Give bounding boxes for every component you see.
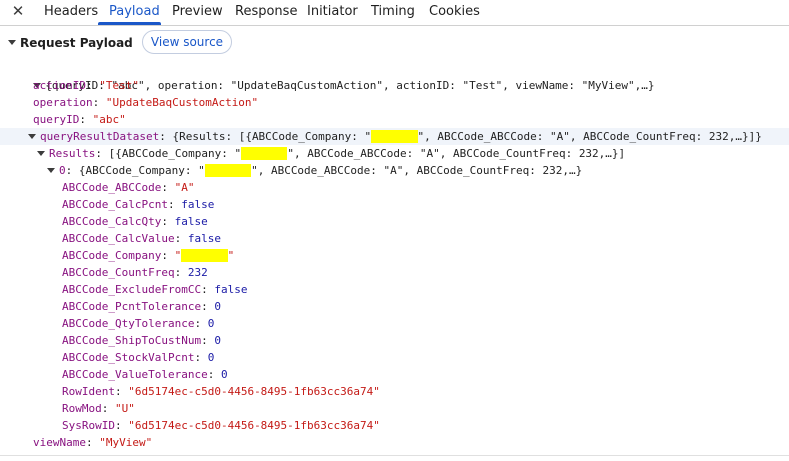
property-key: ABCCode_PcntTolerance <box>62 300 202 313</box>
field-row-abccode-excludefromcc: ABCCode_ExcludeFromCC: false <box>62 283 248 296</box>
field-row-abccode-abccode: ABCCode_ABCCode: "A" <box>62 181 195 194</box>
triangle-down-icon[interactable] <box>8 40 16 45</box>
property-value: false <box>214 283 248 296</box>
property-key: ABCCode_Company <box>62 249 162 262</box>
tree-row-queryresultdataset[interactable]: queryResultDataset: {Results: [{ABCCode_… <box>28 128 762 145</box>
property-key: ABCCode_CalcQty <box>62 215 162 228</box>
summary-post: ", ABCCode_ABCCode: "A", ABCCode_CountFr… <box>287 147 626 160</box>
payload-root-row[interactable]: {queryID: "abc", operation: "UpdateBaqCu… <box>20 60 655 92</box>
property-value: "MyView" <box>99 436 153 449</box>
tree-row-operation: operation: "UpdateBaqCustomAction" <box>33 96 259 109</box>
redacted-value: xxxxxxx <box>241 147 288 160</box>
triangle-down-icon[interactable] <box>37 150 45 156</box>
summary-pre: [{ABCCode_Company: " <box>108 147 242 160</box>
property-value: "6d5174ec-c5d0-4456-8495-1fb63cc36a74" <box>128 385 380 398</box>
property-value: "U" <box>115 402 135 415</box>
summary-post: ", ABCCode_ABCCode: "A", ABCCode_CountFr… <box>417 130 762 143</box>
field-row-abccode-pcnttolerance: ABCCode_PcntTolerance: 0 <box>62 300 221 313</box>
summary-pre: {ABCCode_Company: " <box>78 164 205 177</box>
property-key: actionID <box>33 79 86 92</box>
tab-initiator[interactable]: Initiator <box>307 0 358 24</box>
property-value: 0 <box>207 351 215 364</box>
triangle-down-icon[interactable] <box>47 167 55 173</box>
property-value: 0 <box>220 368 228 381</box>
field-row-abccode-calcpcnt: ABCCode_CalcPcnt: false <box>62 198 215 211</box>
triangle-down-icon[interactable] <box>28 133 36 139</box>
property-value: 232 <box>187 266 208 279</box>
property-value: 0 <box>207 317 215 330</box>
property-key: ABCCode_CalcValue <box>62 232 175 245</box>
summary-pre: {Results: [{ABCCode_Company: " <box>172 130 372 143</box>
property-value: "abc" <box>92 113 126 126</box>
property-value: "UpdateBaqCustomAction" <box>105 96 259 109</box>
property-key: ABCCode_QtyTolerance <box>62 317 195 330</box>
property-key: ABCCode_ExcludeFromCC <box>62 283 202 296</box>
tree-row-viewname: viewName: "MyView" <box>33 436 153 449</box>
redacted-value: xxxxxxx <box>204 164 252 177</box>
property-value: false <box>174 215 208 228</box>
property-value: "A" <box>174 181 195 194</box>
property-key: viewName <box>33 436 86 449</box>
tree-row-actionid: actionID: "Test" <box>33 79 139 92</box>
active-tab-indicator <box>98 22 161 25</box>
property-key: ABCCode_ValueTolerance <box>62 368 208 381</box>
tab-response[interactable]: Response <box>235 0 297 24</box>
property-key: 0 <box>59 164 66 177</box>
redacted-value: xxxxxxx <box>371 130 418 143</box>
field-row-abccode-calcqty: ABCCode_CalcQty: false <box>62 215 208 228</box>
property-key: Results <box>49 147 96 160</box>
section-title: Request Payload <box>20 36 133 50</box>
tab-preview[interactable]: Preview <box>172 0 223 24</box>
property-key: queryResultDataset <box>40 130 160 143</box>
tree-row-item-0[interactable]: 0: {ABCCode_Company: "xxxxxxx", ABCCode_… <box>47 162 582 179</box>
property-value: false <box>187 232 221 245</box>
field-row-abccode-shiptocustnum: ABCCode_ShipToCustNum: 0 <box>62 334 221 347</box>
property-key: queryID <box>33 113 80 126</box>
tab-payload[interactable]: Payload <box>109 0 160 24</box>
property-value: "Test" <box>99 79 139 92</box>
close-icon[interactable]: ✕ <box>9 2 27 20</box>
redacted-value: xxxxxxx <box>181 249 228 262</box>
quote: " <box>227 249 235 262</box>
tree-row-queryid: queryID: "abc" <box>33 113 126 126</box>
property-key: SysRowID <box>62 419 115 432</box>
field-row-sysrowid: SysRowID: "6d5174ec-c5d0-4456-8495-1fb63… <box>62 419 380 432</box>
panel-bottom-divider <box>0 455 789 456</box>
field-row-abccode-countfreq: ABCCode_CountFreq: 232 <box>62 266 208 279</box>
property-value: "6d5174ec-c5d0-4456-8495-1fb63cc36a74" <box>128 419 380 432</box>
devtools-tab-bar: ✕ Headers Payload Preview Response Initi… <box>0 0 789 26</box>
property-key: RowMod <box>62 402 102 415</box>
property-value: 0 <box>214 334 221 347</box>
view-source-button[interactable]: View source <box>142 30 232 54</box>
tab-cookies[interactable]: Cookies <box>429 0 480 24</box>
property-key: ABCCode_CountFreq <box>62 266 175 279</box>
property-key: ABCCode_CalcPcnt <box>62 198 168 211</box>
field-row-abccode-stockvalpcnt: ABCCode_StockValPcnt: 0 <box>62 351 215 364</box>
field-row-rowident: RowIdent: "6d5174ec-c5d0-4456-8495-1fb63… <box>62 385 380 398</box>
tab-timing[interactable]: Timing <box>371 0 415 24</box>
field-row-abccode-qtytolerance: ABCCode_QtyTolerance: 0 <box>62 317 215 330</box>
property-key: RowIdent <box>62 385 115 398</box>
property-value: 0 <box>214 300 221 313</box>
property-value: false <box>181 198 215 211</box>
property-key: ABCCode_ABCCode <box>62 181 162 194</box>
property-key: ABCCode_StockValPcnt <box>62 351 195 364</box>
tree-row-results[interactable]: Results: [{ABCCode_Company: "xxxxxxx", A… <box>37 145 625 162</box>
field-row-abccode-calcvalue: ABCCode_CalcValue: false <box>62 232 221 245</box>
property-key: operation <box>33 96 93 109</box>
field-row-abccode-valuetolerance: ABCCode_ValueTolerance: 0 <box>62 368 228 381</box>
field-row-rowmod: RowMod: "U" <box>62 402 135 415</box>
tab-headers[interactable]: Headers <box>44 0 98 24</box>
field-row-abccode-company: ABCCode_Company: "xxxxxxx" <box>62 249 235 262</box>
summary-post: ", ABCCode_ABCCode: "A", ABCCode_CountFr… <box>251 164 583 177</box>
request-payload-header[interactable]: Request Payload <box>8 33 133 53</box>
property-key: ABCCode_ShipToCustNum <box>62 334 202 347</box>
